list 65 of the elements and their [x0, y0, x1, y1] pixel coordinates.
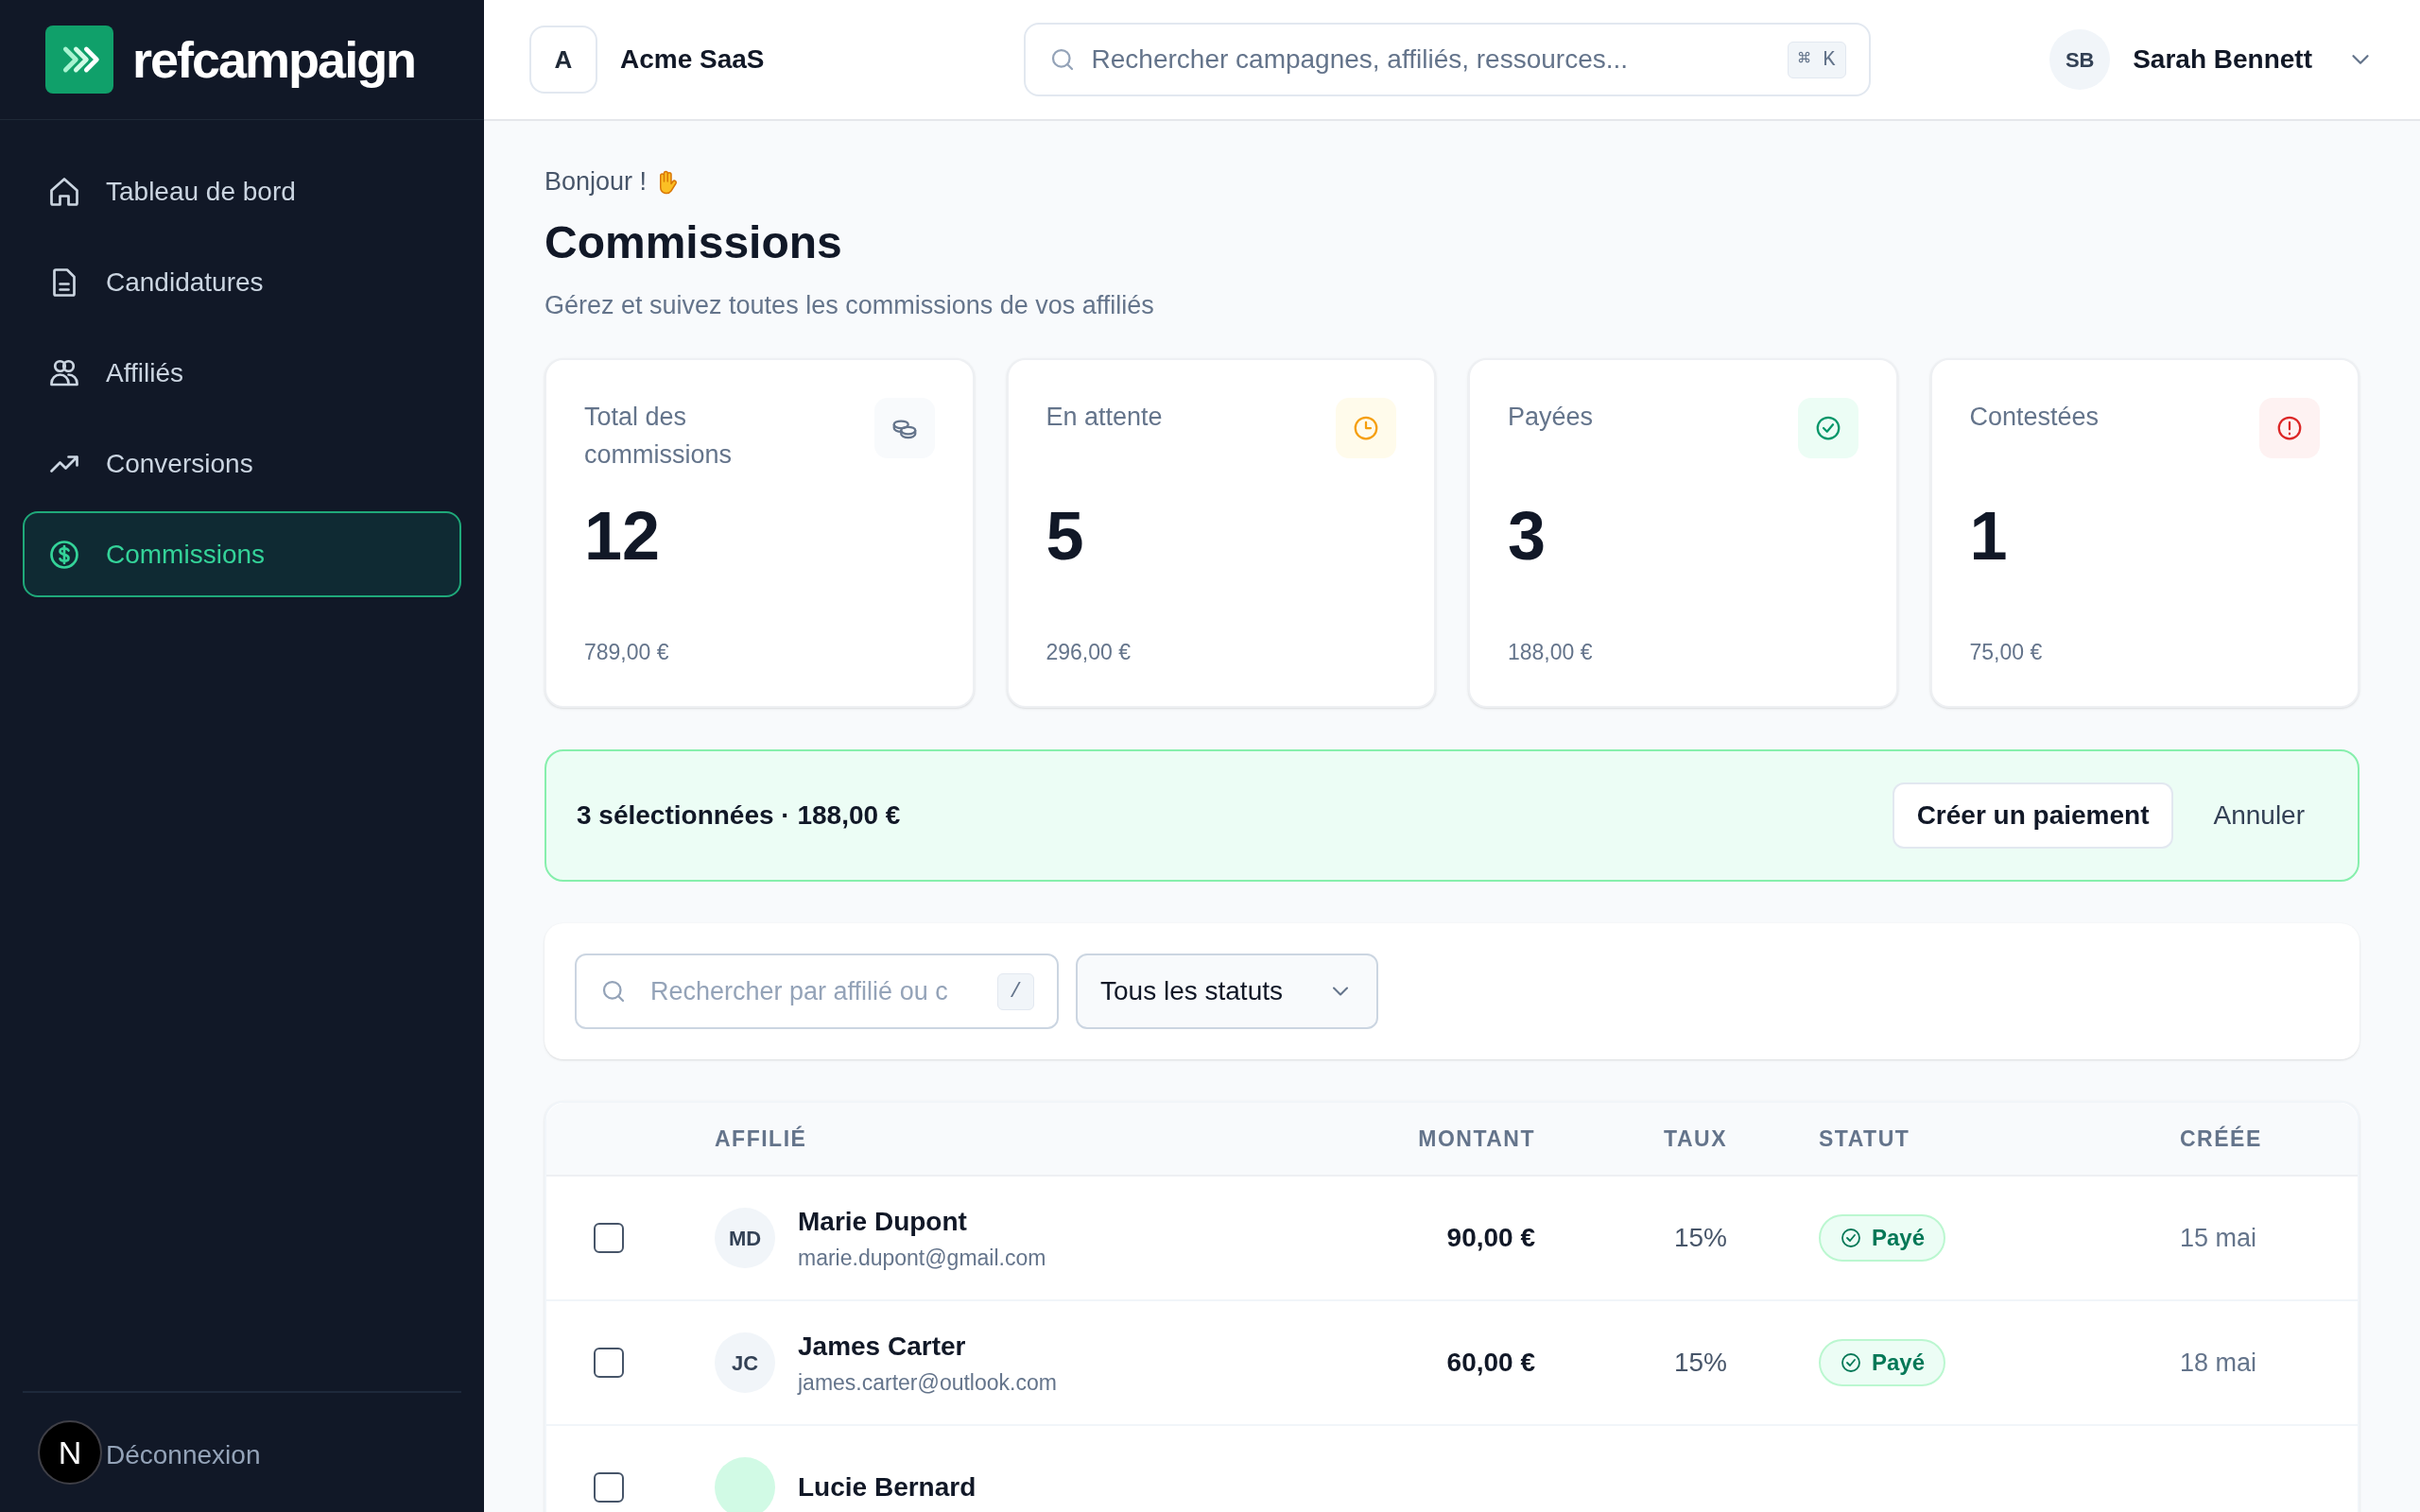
amount-cell-text: 60,00 €: [1445, 1347, 1535, 1379]
nav-item[interactable]: Conversions: [23, 421, 461, 507]
check-circle-icon: [1840, 1227, 1862, 1249]
greeting-text: Bonjour !: [544, 166, 648, 198]
workspace-avatar[interactable]: A: [529, 26, 597, 94]
stat-amount: 296,00 €: [1046, 638, 1132, 666]
stat-label: En attente: [1046, 402, 1164, 433]
nav-item[interactable]: Tableau de bord: [23, 148, 461, 234]
date-cell-text: 15 mai: [2180, 1222, 2258, 1254]
status-badge: Payé: [1819, 1339, 1946, 1386]
affiliate-avatar: MD: [715, 1208, 775, 1268]
stat-amount: 188,00 €: [1508, 638, 1594, 666]
clock-icon: [1352, 414, 1380, 442]
column-header: CRÉÉE: [2180, 1125, 2263, 1153]
workspace-name: Acme SaaS: [620, 43, 765, 76]
logout-link[interactable]: Déconnexion: [106, 1435, 261, 1475]
row-checkbox[interactable]: [594, 1223, 624, 1253]
search-field[interactable]: Rechercher par affilié ou c: [650, 955, 975, 1027]
date-cell-text: 18 mai: [2180, 1347, 2258, 1379]
row-checkbox[interactable]: [594, 1348, 624, 1378]
brand-name: refcampaign: [132, 29, 416, 90]
stat-amount: 789,00 €: [584, 638, 670, 666]
column-header: TAUX: [1663, 1125, 1727, 1153]
affiliate-name: Marie Dupont: [798, 1205, 968, 1238]
search-field[interactable]: Rechercher campagnes, affiliés, ressources...: [1091, 25, 1772, 94]
affiliate-email: james.carter@outlook.com: [798, 1368, 1057, 1397]
alert-circle-icon: [2275, 414, 2304, 442]
selection-summary: 3 sélectionnées · 188,00 €: [577, 799, 901, 832]
stat-label: Payées: [1508, 402, 1595, 433]
row-checkbox[interactable]: [594, 1472, 624, 1503]
nav-item[interactable]: Affiliés: [23, 330, 461, 416]
page-subtitle: Gérez et suivez toutes les commissions de vos affiliés: [544, 289, 1155, 321]
user-avatar: SB: [2049, 29, 2111, 90]
rate-cell-text: 15%: [1672, 1222, 1727, 1254]
affiliate-email: marie.dupont@gmail.com: [798, 1244, 1046, 1272]
search-box[interactable]: Rechercher par affilié ou c /: [575, 954, 1059, 1029]
stat-value: 12: [584, 502, 662, 570]
page-title: Commissions: [544, 215, 843, 269]
user-name: Sarah Bennett: [2133, 43, 2312, 76]
search-box[interactable]: Rechercher campagnes, affiliés, ressources... ⌘ K: [1023, 23, 1871, 96]
column-header: MONTANT: [1417, 1125, 1535, 1153]
shortcut-key: ⌘ K: [1787, 41, 1846, 78]
amount-cell-text: 90,00 €: [1445, 1222, 1535, 1254]
check-circle-icon: [1840, 1351, 1862, 1374]
cancel-button[interactable]: Annuler: [2190, 782, 2327, 849]
nav-item[interactable]: Candidatures: [23, 239, 461, 325]
stat-value: 3: [1508, 502, 1547, 570]
stat-label: Contestées: [1969, 402, 2100, 433]
status-badge: Payé: [1819, 1214, 1946, 1262]
stat-value: 5: [1046, 502, 1085, 570]
shortcut-key: /: [996, 972, 1034, 1010]
create-payment-button[interactable]: Créer un paiement: [1892, 782, 2174, 849]
status-dropdown[interactable]: Tous les statuts: [1076, 954, 1378, 1029]
affiliate-name: Lucie Bernard: [798, 1471, 977, 1503]
rate-cell-text: 15%: [1672, 1347, 1727, 1379]
stat-value: 1: [1969, 502, 2009, 570]
user-menu-button[interactable]: SB Sarah Bennett: [2049, 29, 2375, 90]
affiliate-avatar: JC: [715, 1332, 775, 1393]
affiliate-name: James Carter: [798, 1330, 967, 1363]
nav-item[interactable]: Commissions: [23, 511, 461, 597]
stat-amount: 75,00 €: [1969, 638, 2044, 666]
column-header: STATUT: [1818, 1125, 1911, 1153]
dev-tools-button[interactable]: N: [38, 1420, 102, 1485]
stat-label: Total des commissions: [584, 402, 734, 471]
column-header: AFFILIÉ: [715, 1125, 808, 1153]
